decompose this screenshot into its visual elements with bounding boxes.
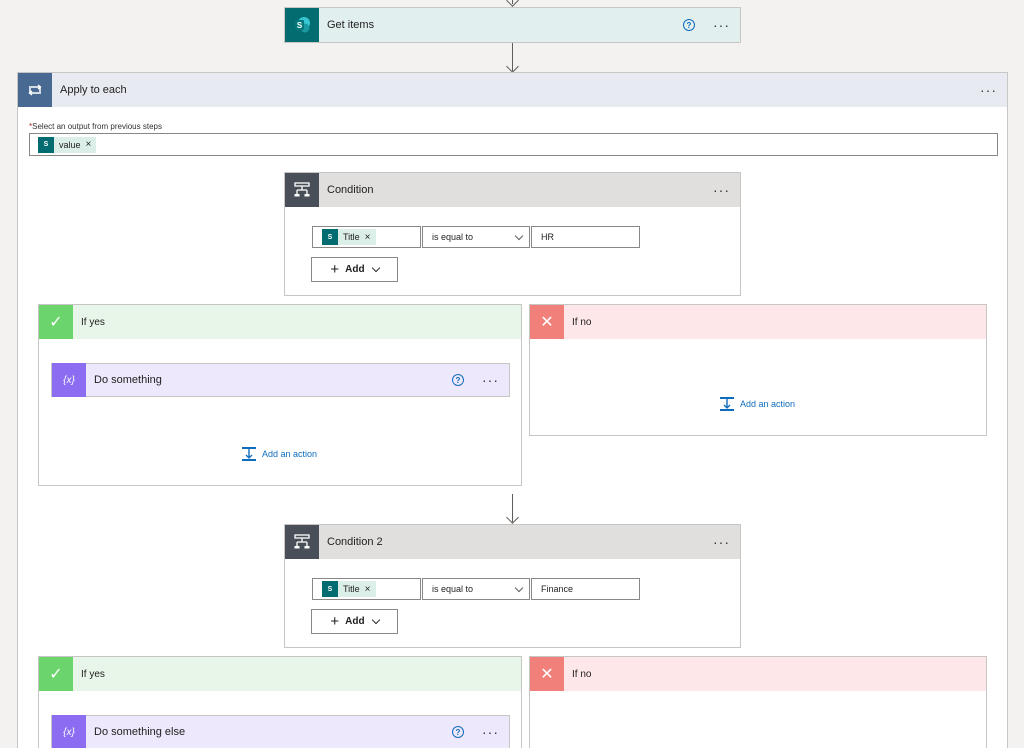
if-no-branch: ✕ If no bbox=[529, 304, 987, 436]
condition-right-operand[interactable]: Finance bbox=[531, 578, 640, 600]
close-icon: ✕ bbox=[530, 305, 564, 339]
condition-left-operand[interactable]: S Title × bbox=[312, 226, 421, 248]
operator-value: is equal to bbox=[432, 232, 474, 242]
chevron-down-icon bbox=[371, 263, 380, 272]
if-yes-label: If yes bbox=[81, 668, 105, 680]
add-action-label: Add an action bbox=[740, 399, 796, 409]
do-something-else-action[interactable]: {x} Do something else ? ··· bbox=[51, 715, 510, 748]
output-select-field[interactable]: S value × bbox=[29, 133, 998, 156]
get-items-title: Get items bbox=[327, 19, 375, 31]
condition-icon bbox=[285, 525, 319, 559]
get-items-card[interactable]: S Get items ? ··· bbox=[284, 7, 741, 43]
chevron-down-icon bbox=[514, 583, 524, 593]
add-an-action-link[interactable]: Add an action bbox=[719, 396, 795, 412]
arrow-head-top bbox=[506, 0, 519, 7]
more-options-button[interactable]: ··· bbox=[980, 83, 997, 97]
chevron-down-icon bbox=[371, 615, 380, 624]
operand-value: HR bbox=[541, 232, 554, 242]
if-no-label: If no bbox=[572, 316, 592, 328]
condition-icon bbox=[285, 173, 319, 207]
more-options-button[interactable]: ··· bbox=[713, 18, 730, 32]
title-token[interactable]: S Title × bbox=[322, 229, 376, 245]
token-remove-icon[interactable]: × bbox=[365, 584, 371, 595]
more-options-button[interactable]: ··· bbox=[482, 725, 499, 739]
sharepoint-icon: S bbox=[38, 136, 54, 153]
if-no-branch: ✕ If no bbox=[529, 656, 987, 748]
token-label: Title bbox=[343, 584, 360, 594]
svg-text:S: S bbox=[297, 21, 303, 30]
if-no-label: If no bbox=[572, 668, 592, 680]
arrow-head bbox=[506, 60, 519, 73]
condition-operator-dropdown[interactable]: is equal to bbox=[422, 226, 530, 248]
check-icon: ✓ bbox=[39, 657, 73, 691]
title-token[interactable]: S Title × bbox=[322, 581, 376, 597]
more-options-button[interactable]: ··· bbox=[713, 535, 730, 549]
action-title: Do something bbox=[94, 374, 162, 386]
loop-icon bbox=[18, 73, 52, 107]
token-label: value bbox=[59, 139, 81, 150]
variable-icon: {x} bbox=[52, 363, 86, 397]
add-label: Add bbox=[345, 264, 365, 275]
sharepoint-icon: S bbox=[322, 229, 338, 245]
add-label: Add bbox=[345, 616, 365, 627]
token-label: Title bbox=[343, 232, 360, 242]
add-action-icon bbox=[241, 446, 257, 462]
action-title: Do something else bbox=[94, 726, 186, 738]
do-something-action[interactable]: {x} Do something ? ··· bbox=[51, 363, 510, 397]
token-remove-icon[interactable]: × bbox=[365, 232, 371, 243]
add-condition-button[interactable]: + Add bbox=[311, 609, 398, 634]
plus-icon: + bbox=[330, 613, 340, 630]
condition-right-operand[interactable]: HR bbox=[531, 226, 640, 248]
condition-title: Condition 2 bbox=[327, 536, 383, 548]
check-icon: ✓ bbox=[39, 305, 73, 339]
condition-left-operand[interactable]: S Title × bbox=[312, 578, 421, 600]
token-remove-icon[interactable]: × bbox=[86, 139, 92, 150]
value-token[interactable]: S value × bbox=[38, 136, 97, 153]
sharepoint-icon: S bbox=[285, 8, 319, 42]
chevron-down-icon bbox=[514, 231, 524, 241]
help-icon[interactable]: ? bbox=[452, 374, 464, 386]
add-an-action-link[interactable]: Add an action bbox=[241, 446, 317, 462]
add-condition-button[interactable]: + Add bbox=[311, 257, 398, 282]
close-icon: ✕ bbox=[530, 657, 564, 691]
add-action-label: Add an action bbox=[262, 449, 318, 459]
output-field-label: *Select an output from previous steps bbox=[29, 122, 162, 131]
operand-value: Finance bbox=[541, 584, 574, 594]
help-icon[interactable]: ? bbox=[452, 726, 464, 738]
help-icon[interactable]: ? bbox=[683, 19, 695, 31]
condition-operator-dropdown[interactable]: is equal to bbox=[422, 578, 530, 600]
sharepoint-icon: S bbox=[322, 581, 338, 597]
add-action-icon bbox=[719, 396, 735, 412]
variable-icon: {x} bbox=[52, 715, 86, 748]
if-yes-label: If yes bbox=[81, 316, 105, 328]
operator-value: is equal to bbox=[432, 584, 474, 594]
more-options-button[interactable]: ··· bbox=[482, 373, 499, 387]
apply-to-each-title: Apply to each bbox=[60, 84, 127, 96]
condition-title: Condition bbox=[327, 184, 374, 196]
plus-icon: + bbox=[330, 261, 340, 278]
more-options-button[interactable]: ··· bbox=[713, 183, 730, 197]
